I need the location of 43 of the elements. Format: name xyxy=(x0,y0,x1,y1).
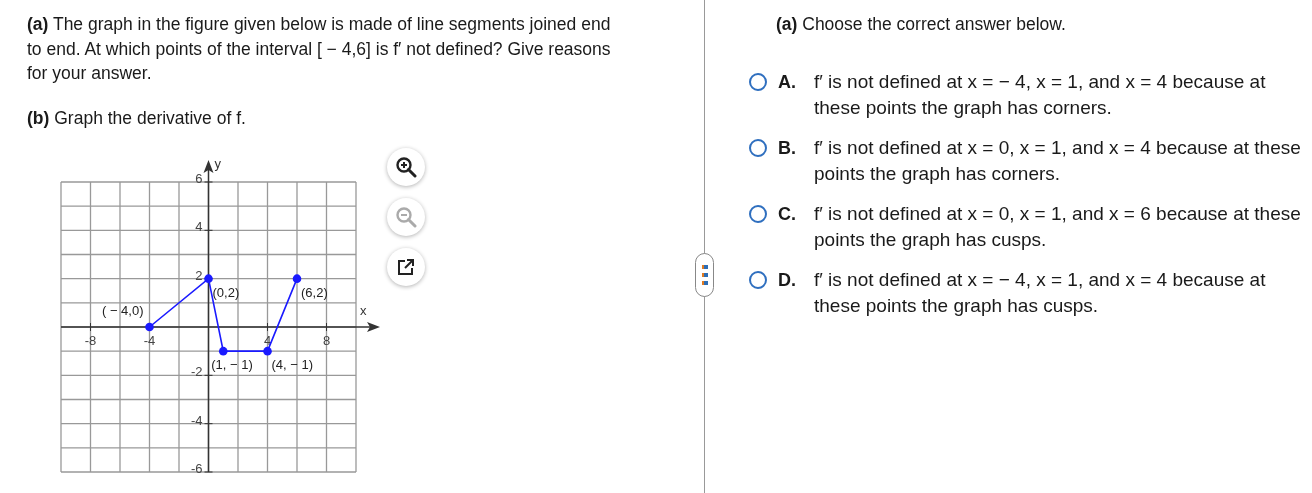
zoom-out-icon xyxy=(395,206,417,228)
data-point xyxy=(292,274,302,283)
radio-button[interactable] xyxy=(749,138,767,157)
option-text: f′ is not defined at x = − 4, x = 1, and x = 4 because at these points the graph has cusps. xyxy=(814,267,1267,318)
data-point xyxy=(204,274,213,283)
tick-label: 4 xyxy=(263,333,272,348)
answer-heading: (a) Choose the correct answer below. xyxy=(776,13,1067,36)
tick-label: -6 xyxy=(190,461,203,476)
popout-button[interactable] xyxy=(387,248,425,286)
option-text: f′ is not defined at x = 0, x = 1, and x = 6 because at these points the graph has cusps. xyxy=(814,201,1302,252)
tick-label: -8 xyxy=(84,333,97,348)
question-text: (b) Graph the derivative of f. xyxy=(27,106,247,130)
point-label: ( − 4,0) xyxy=(101,303,144,318)
tick-label: 6 xyxy=(195,171,203,186)
option-letter: C. xyxy=(778,202,797,226)
option-letter: A. xyxy=(778,70,797,94)
resize-handle[interactable] xyxy=(695,253,714,297)
option-letter: B. xyxy=(778,136,797,160)
point-label: (4, − 1) xyxy=(271,357,314,373)
question-text: (a) The graph in the figure given below is made of line segments joined end to end. At which points of the interval [ − 4,6] is f′ not defined? Give reasons for your answer. xyxy=(27,13,612,85)
zoom-in-icon xyxy=(395,156,417,178)
data-point xyxy=(145,322,154,332)
option-text: f′ is not defined at x = − 4, x = 1, and x = 4 because at these points the graph has corners. xyxy=(814,69,1267,120)
data-point xyxy=(263,346,272,356)
axis-label: x xyxy=(360,303,367,318)
tick-label: 2 xyxy=(195,267,203,283)
option-text: f′ is not defined at x = 0, x = 1, and x = 4 because at these points the graph has corners. xyxy=(814,135,1302,186)
external-link-icon xyxy=(397,258,415,276)
point-label: (6,2) xyxy=(301,284,328,300)
option-letter: D. xyxy=(778,268,797,292)
tick-label: -4 xyxy=(190,412,203,428)
point-label: (0,2) xyxy=(212,284,240,300)
data-point xyxy=(218,346,228,356)
tick-label: -2 xyxy=(190,364,203,380)
radio-button[interactable] xyxy=(749,72,767,91)
radio-button[interactable] xyxy=(749,270,767,289)
tick-label: 4 xyxy=(195,219,203,235)
point-label: (1, − 1) xyxy=(211,357,253,373)
tick-label: 8 xyxy=(322,333,331,348)
zoom-in-button[interactable] xyxy=(387,148,425,186)
radio-button[interactable] xyxy=(749,204,767,223)
axis-label: y xyxy=(214,156,221,171)
tick-label: -4 xyxy=(143,333,156,348)
